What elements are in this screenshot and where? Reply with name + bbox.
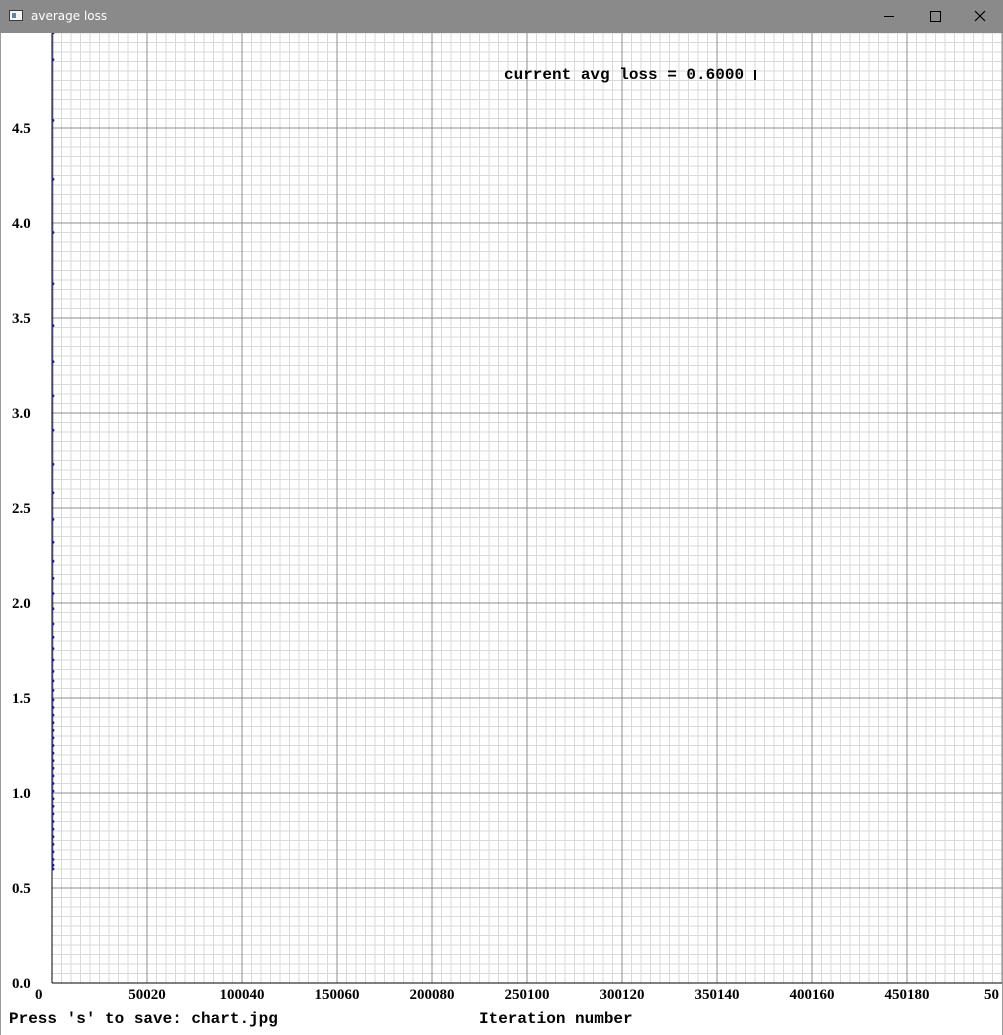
y-tick-label: 1.0 <box>12 786 31 802</box>
y-tick-label: 0.5 <box>12 881 31 897</box>
minimize-button[interactable] <box>866 0 912 32</box>
x-tick-label: 450180 <box>885 987 930 1003</box>
cursor-mark <box>754 70 756 80</box>
x-tick-label: 400160 <box>790 987 835 1003</box>
x-tick-label: 100040 <box>220 987 265 1003</box>
x-tick-label: 300120 <box>600 987 645 1003</box>
y-tick-label: 2.0 <box>12 596 31 612</box>
y-tick-label: 1.5 <box>12 691 31 707</box>
x-tick-label: 350140 <box>695 987 740 1003</box>
save-hint: Press 's' to save: chart.jpg <box>9 1010 278 1028</box>
current-avg-loss-label: current avg loss = 0.6000 <box>504 66 744 84</box>
x-tick-label: 150060 <box>315 987 360 1003</box>
y-tick-label: 3.0 <box>12 406 31 422</box>
app-window-icon <box>9 10 23 21</box>
close-icon <box>974 10 986 22</box>
x-tick-labels: 0 50020 100040 150060 200080 250100 300120 3501… <box>35 987 999 1003</box>
x-tick-label: 0 <box>35 987 43 1003</box>
y-tick-label: 4.0 <box>12 216 31 232</box>
close-button[interactable] <box>957 0 1003 32</box>
maximize-button[interactable] <box>912 0 958 32</box>
x-tick-label: 200080 <box>410 987 455 1003</box>
window-titlebar: average loss <box>0 0 1003 33</box>
y-tick-label: 2.5 <box>12 501 31 517</box>
y-tick-label: 4.5 <box>12 121 31 137</box>
x-axis-label: Iteration number <box>479 1010 633 1028</box>
maximize-icon <box>930 11 941 22</box>
loss-point <box>51 867 55 871</box>
y-tick-labels: 0.0 0.5 1.0 1.5 2.0 2.5 3.0 3.5 4.0 4.5 <box>12 121 31 992</box>
loss-chart: 0.0 0.5 1.0 1.5 2.0 2.5 3.0 3.5 4.0 4.5 0 50020 100… <box>12 33 1002 1003</box>
minimize-icon <box>884 16 894 17</box>
window-title: average loss <box>31 9 108 23</box>
x-tick-label: 250100 <box>505 987 550 1003</box>
y-tick-label: 3.5 <box>12 311 31 327</box>
x-tick-label: 50 <box>984 987 999 1003</box>
x-tick-label: 50020 <box>128 987 166 1003</box>
y-tick-label: 0.0 <box>12 976 31 992</box>
